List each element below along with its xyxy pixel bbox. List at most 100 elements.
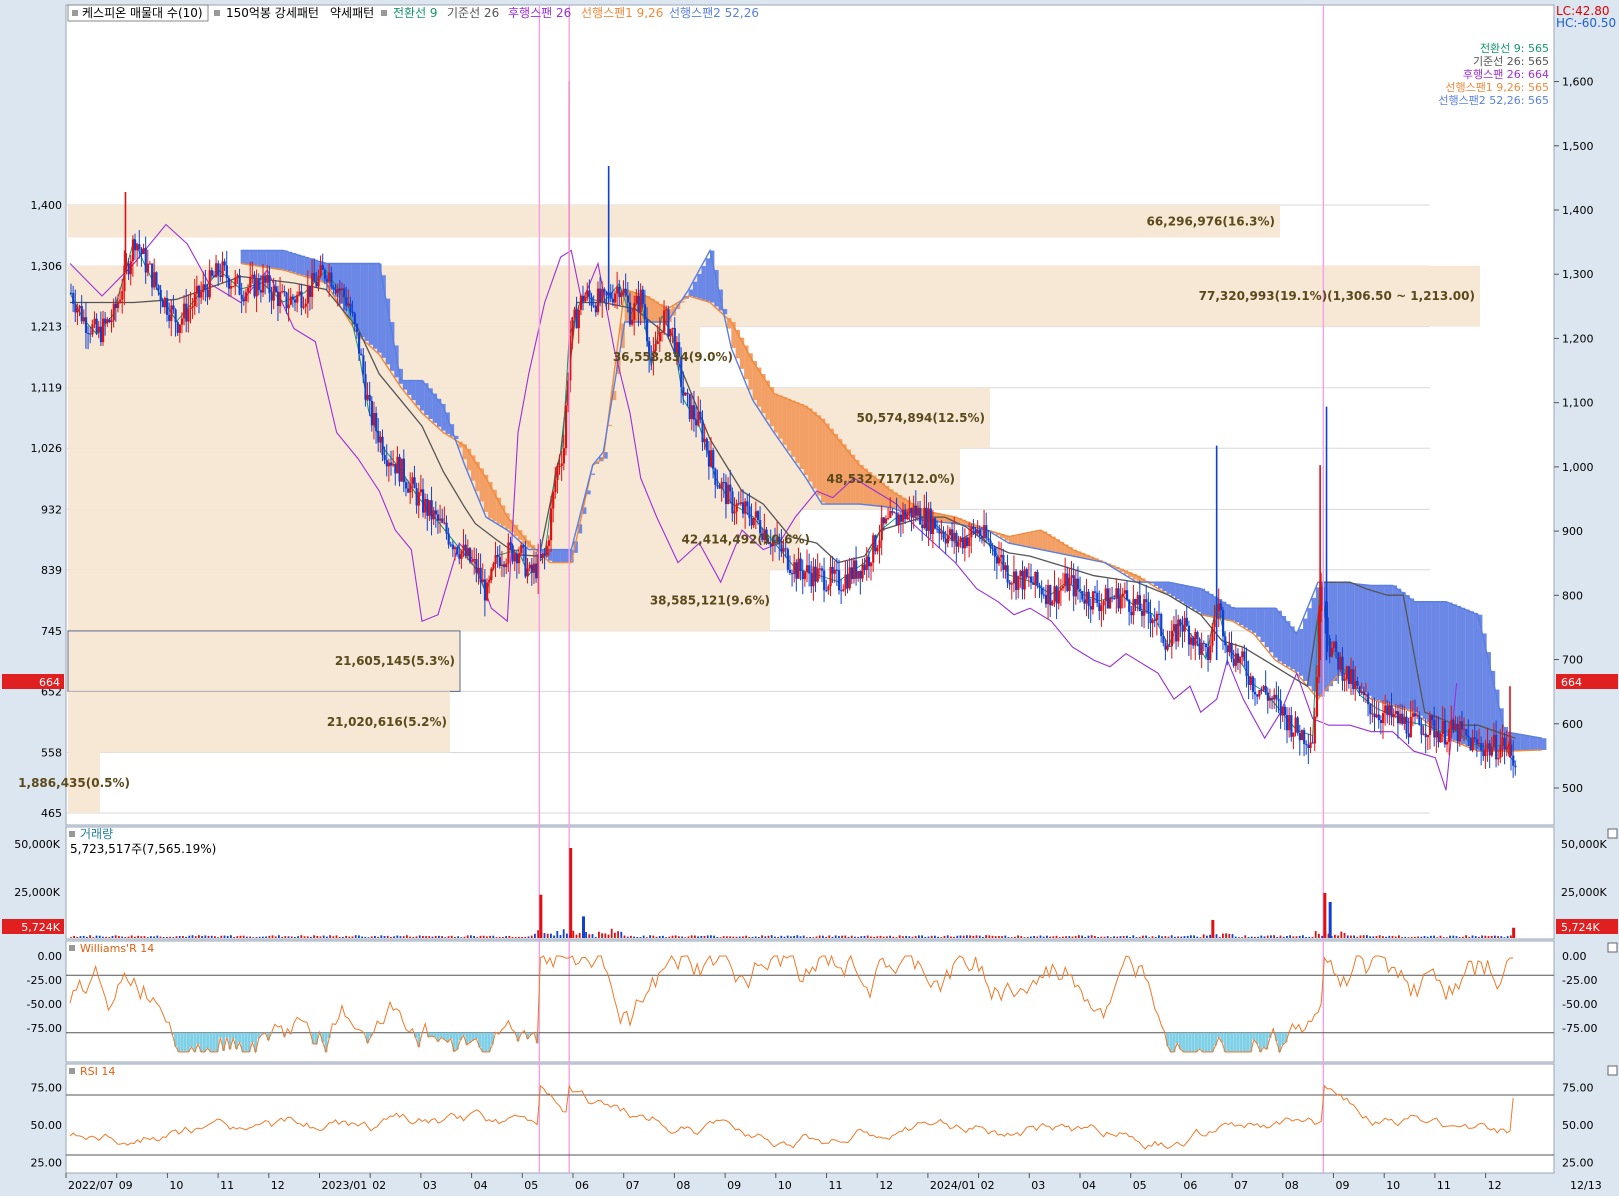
header-item-7[interactable]: 선행스팬2 52,26 [669, 5, 759, 20]
candle-body [1446, 741, 1449, 745]
header-item-6[interactable]: 선행스팬1 9,26 [581, 5, 663, 20]
candle-body [400, 458, 403, 482]
candle-body [925, 507, 928, 531]
candle-body [168, 314, 171, 321]
candle-body [1379, 720, 1383, 724]
candle-body [1211, 626, 1214, 646]
cloud-segment [1290, 626, 1295, 670]
candle-body [1262, 685, 1265, 691]
candle-body [289, 296, 292, 305]
candle-body [432, 510, 435, 520]
volume-bar [1154, 936, 1157, 938]
header-item-5[interactable]: 후행스팬 26 [508, 5, 571, 20]
cloud-segment [364, 263, 369, 341]
volume-bar [882, 936, 885, 938]
volume-bar [1340, 931, 1343, 938]
chart-canvas[interactable]: 1,4001,3061,2131,1191,026932839745652558… [0, 0, 1619, 1193]
volume-bar [806, 937, 808, 938]
x-end-label: 12/13 [1570, 1179, 1602, 1192]
candle-body [784, 548, 787, 550]
candle-body [210, 270, 213, 276]
candle-body [750, 518, 753, 526]
header-item-0[interactable]: 케스피온 매물대 수(10) [82, 6, 203, 20]
candle-body [859, 571, 862, 579]
candle-body [454, 547, 457, 550]
candle-body [1347, 666, 1351, 684]
candle-body [1243, 651, 1246, 661]
candle-body [1100, 605, 1103, 612]
volume-panel-collapse-button[interactable] [1607, 828, 1618, 839]
candle-body [407, 488, 410, 493]
rsi-panel-collapse-button[interactable] [1607, 1065, 1618, 1076]
volume-bar [982, 936, 984, 938]
header-item-1[interactable]: 150억봉 강세패턴 [226, 6, 319, 20]
candle-body [1499, 745, 1502, 758]
candle-body [976, 529, 979, 534]
candle-body [176, 322, 179, 333]
candle-body [1352, 669, 1355, 690]
volume-bar [591, 934, 594, 938]
candle-body [1394, 711, 1397, 715]
candle-body [456, 547, 459, 555]
volume-bar [1254, 936, 1256, 938]
candle-body [1232, 658, 1235, 666]
volume-bar [406, 935, 408, 938]
volume-bar [380, 935, 383, 938]
williams-panel[interactable] [65, 940, 1555, 1063]
x-tick-label: 12 [879, 1179, 893, 1192]
candle-body [983, 525, 986, 539]
volume-bar [886, 936, 888, 938]
volume-bar [111, 935, 114, 938]
candle-body [788, 569, 792, 573]
candle-body [560, 463, 563, 466]
volume-bar [550, 933, 552, 938]
candle-body [1414, 713, 1417, 717]
cloud-segment [266, 250, 271, 268]
volume-bar [911, 936, 914, 938]
volume-bar [1359, 935, 1362, 938]
svg-text:664: 664 [1561, 676, 1582, 689]
candle-body [127, 263, 130, 275]
volume-bar [150, 936, 152, 938]
volume-bar [172, 937, 175, 938]
rsi-title[interactable]: RSI 14 [80, 1065, 115, 1078]
candle-body [507, 542, 510, 564]
volume-bar [185, 936, 187, 938]
volume-bar [617, 931, 619, 938]
volume-bar [438, 935, 440, 938]
candle-body [259, 290, 263, 293]
candle-body [464, 544, 467, 557]
volume-bar [889, 935, 891, 938]
volume-bar [1158, 935, 1160, 938]
volume-bar [684, 937, 687, 938]
candle-body [1388, 705, 1391, 716]
header-item-4[interactable]: 기준선 26 [447, 6, 499, 20]
volume-bar [985, 935, 987, 938]
candle-body [646, 319, 649, 342]
candle-body [283, 291, 286, 293]
volume-title[interactable]: 거래량 [80, 827, 113, 841]
volume-bar [450, 935, 453, 938]
volume-tick-right-1: 25,000K [1561, 886, 1607, 899]
rsi-tick-right: 50.00 [1562, 1119, 1594, 1132]
cloud-segment [791, 400, 796, 457]
rsi-panel[interactable] [65, 1063, 1555, 1174]
candle-body [882, 517, 885, 524]
volume-bar [1378, 935, 1381, 938]
cloud-segment [407, 380, 412, 395]
candle-body [242, 299, 245, 302]
candle-body [1283, 706, 1287, 716]
williams-title[interactable]: Williams'R 14 [80, 942, 154, 955]
svg-text:664: 664 [39, 676, 60, 689]
candle-body [806, 565, 809, 573]
header-item-2[interactable]: 약세패턴 [330, 5, 374, 20]
volume-bar [866, 935, 869, 938]
candle-body [475, 559, 478, 573]
candle-body [212, 275, 216, 278]
williams-panel-collapse-button[interactable] [1607, 942, 1618, 953]
volume-bar [370, 936, 373, 938]
header-item-3[interactable]: 전환선 9 [393, 6, 438, 20]
volume-bar [578, 932, 581, 938]
volume-bar [70, 937, 72, 938]
candle-body [554, 479, 557, 492]
